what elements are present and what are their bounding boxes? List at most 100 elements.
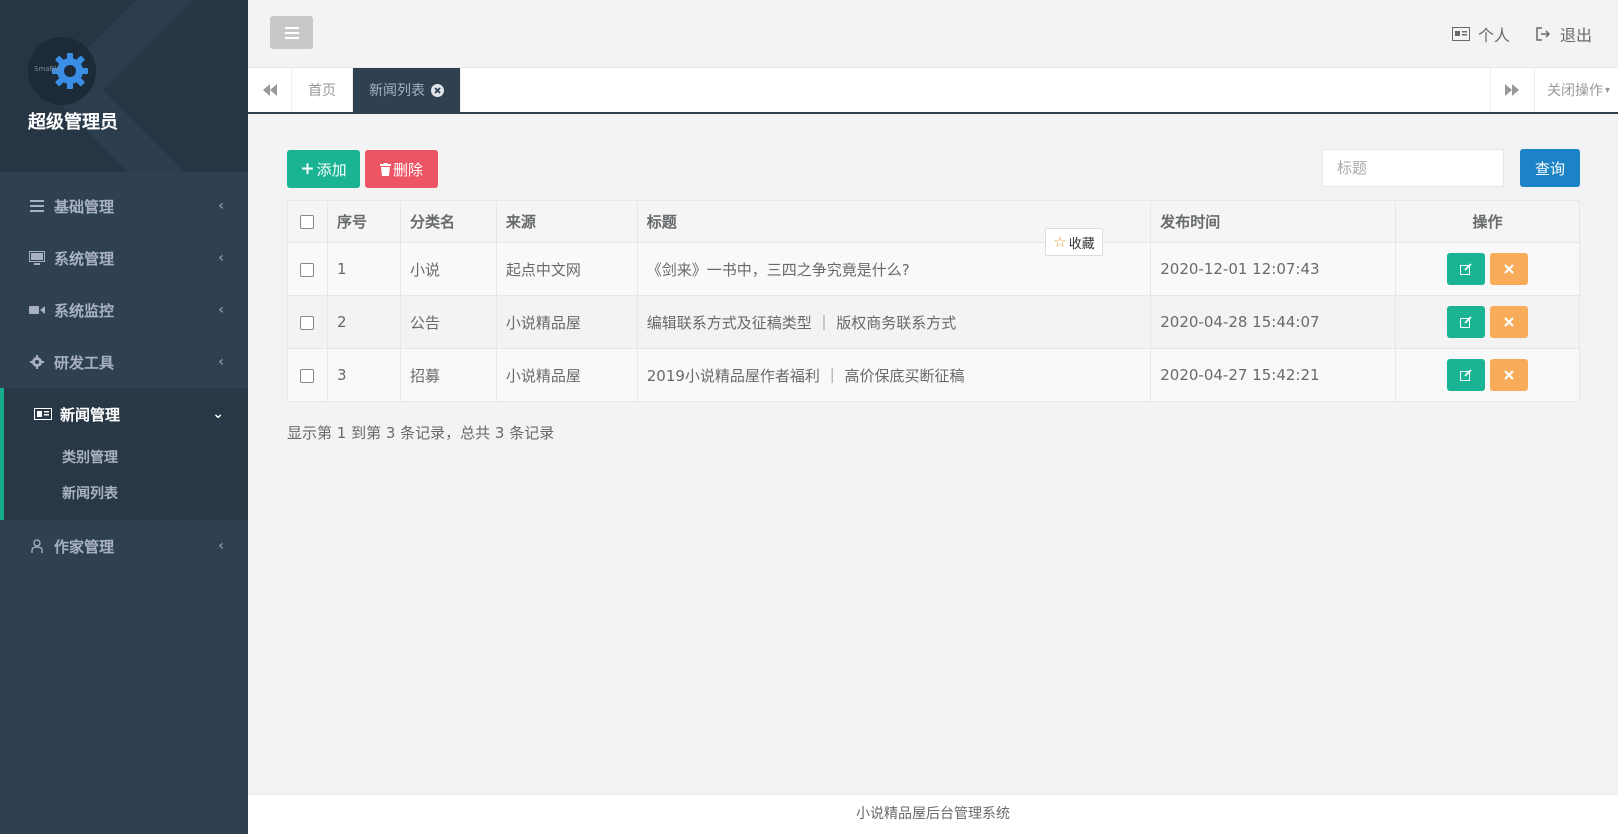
menu-item-monitor[interactable]: 系统监控 ‹	[0, 284, 248, 336]
submenu-item-category[interactable]: 类别管理	[4, 440, 248, 476]
remove-button[interactable]	[1490, 306, 1529, 338]
caret-down-icon: ▾	[1604, 84, 1610, 96]
cell-source: 小说精品屋	[495, 295, 638, 349]
column-header[interactable]: 序号	[326, 200, 401, 243]
chevron-left-icon: ‹	[218, 198, 224, 214]
logout-label: 退出	[1559, 26, 1592, 45]
cell-title: 2019小说精品屋作者福利 ｜ 高价保底买断征稿	[636, 348, 1152, 402]
column-header: 操作	[1395, 200, 1580, 243]
menu-item-basic[interactable]: 基础管理 ‹	[0, 180, 248, 232]
personal-label: 个人	[1477, 26, 1510, 45]
favorite-label: 收藏	[1068, 236, 1095, 252]
row-select-cell	[287, 242, 328, 296]
cell-source: 小说精品屋	[495, 348, 638, 402]
cell-category: 小说	[399, 242, 497, 296]
row-checkbox[interactable]	[300, 368, 315, 383]
avatar-text: SmaBlo	[34, 65, 61, 73]
edit-icon	[1460, 369, 1472, 381]
top-right-links: 个人 退出	[1451, 22, 1592, 46]
table-row: 3 招募 小说精品屋 2019小说精品屋作者福利 ｜ 高价保底买断征稿 2020…	[287, 348, 1580, 402]
row-select-cell	[287, 295, 328, 349]
trash-icon	[379, 162, 391, 176]
cell-no: 1	[326, 242, 401, 296]
cell-source: 起点中文网	[495, 242, 638, 296]
main-content: + 添加 删除 查询 序号 分类名 来源 标题 发布时间 操作 1	[248, 116, 1618, 794]
cell-time: 2020-04-28 15:44:07	[1150, 295, 1397, 349]
title-search-input[interactable]	[1322, 149, 1504, 187]
sign-out-icon	[1536, 27, 1551, 41]
menu-item-label: 基础管理	[54, 197, 115, 216]
add-label: 添加	[316, 160, 347, 179]
submenu-item-news-list[interactable]: 新闻列表	[4, 476, 248, 512]
submenu-news: 类别管理 新闻列表	[4, 440, 248, 520]
menu-item-label: 作家管理	[54, 537, 115, 556]
column-header[interactable]: 分类名	[399, 200, 497, 243]
column-header[interactable]: 来源	[495, 200, 638, 243]
menu-item-system[interactable]: 系统管理 ‹	[0, 232, 248, 284]
remove-button[interactable]	[1490, 359, 1529, 391]
cell-time: 2020-04-27 15:42:21	[1150, 348, 1397, 402]
menu-item-devtools[interactable]: 研发工具 ‹	[0, 336, 248, 388]
tab-close-icon[interactable]	[431, 83, 444, 97]
menu-item-label: 系统管理	[54, 249, 115, 268]
personal-link[interactable]: 个人	[1451, 22, 1510, 46]
top-navbar: 个人 退出	[248, 0, 1618, 68]
chevron-left-icon: ‹	[218, 302, 224, 318]
logout-link[interactable]: 退出	[1536, 22, 1592, 46]
remove-button[interactable]	[1490, 253, 1529, 285]
menu-group-news: 新闻管理 ⌄ 类别管理 新闻列表	[0, 388, 248, 520]
menu-item-label: 研发工具	[54, 353, 115, 372]
forward-icon	[1505, 84, 1520, 96]
table-row: 1 小说 起点中文网 《剑来》一书中，三四之争究竟是什么? 2020-12-01…	[287, 242, 1580, 296]
add-button[interactable]: + 添加	[287, 150, 360, 188]
tab-label: 新闻列表	[369, 83, 425, 99]
cell-category: 招募	[399, 348, 497, 402]
profile-name[interactable]: 超级管理员	[28, 108, 118, 134]
query-button[interactable]: 查询	[1520, 149, 1580, 187]
footer-text: 小说精品屋后台管理系统	[856, 806, 1010, 822]
plus-icon: +	[300, 159, 315, 179]
close-operations-dropdown[interactable]: 关闭操作 ▾	[1533, 68, 1618, 112]
avatar[interactable]: SmaBlo	[28, 37, 96, 105]
delete-label: 删除	[392, 160, 423, 179]
menu-item-news[interactable]: 新闻管理 ⌄	[4, 388, 248, 440]
menu-item-label: 新闻管理	[60, 405, 121, 424]
column-header[interactable]: 发布时间	[1150, 200, 1397, 243]
delete-button[interactable]: 删除	[365, 150, 438, 188]
newspaper-icon	[34, 408, 52, 420]
menu-item-authors[interactable]: 作家管理 ‹	[0, 520, 248, 572]
select-all-checkbox[interactable]	[300, 215, 315, 229]
cell-actions	[1395, 242, 1580, 296]
side-menu: 基础管理 ‹ 系统管理 ‹ 系统监控 ‹ 研发工具 ‹ 新闻管理 ⌄ 类别管理 …	[0, 180, 248, 572]
hamburger-icon	[284, 26, 299, 39]
favorite-button[interactable]: ☆ 收藏	[1045, 228, 1103, 256]
tab-scroll-left-button[interactable]	[248, 68, 292, 112]
close-operations-label: 关闭操作	[1546, 83, 1603, 99]
sidebar-toggle-button[interactable]	[270, 16, 313, 49]
tab-home[interactable]: 首页	[292, 68, 353, 112]
row-select-cell	[287, 348, 328, 402]
pagination-info: 显示第 1 到第 3 条记录，总共 3 条记录	[287, 424, 555, 442]
chevron-down-icon: ⌄	[212, 406, 224, 422]
row-checkbox[interactable]	[300, 262, 315, 277]
cell-actions	[1395, 348, 1580, 402]
video-camera-icon	[28, 304, 46, 316]
cell-actions	[1395, 295, 1580, 349]
edit-button[interactable]	[1447, 359, 1486, 391]
chevron-left-icon: ‹	[218, 538, 224, 554]
tab-scroll-right-button[interactable]	[1489, 68, 1534, 112]
cell-no: 3	[326, 348, 401, 402]
backward-icon	[262, 84, 277, 96]
cell-category: 公告	[399, 295, 497, 349]
edit-button[interactable]	[1447, 253, 1486, 285]
tabs: 首页 新闻列表	[292, 68, 461, 112]
chevron-left-icon: ‹	[218, 250, 224, 266]
list-icon	[28, 200, 46, 212]
row-checkbox[interactable]	[300, 315, 315, 330]
tab-news-list[interactable]: 新闻列表	[353, 68, 461, 112]
edit-icon	[1460, 263, 1472, 275]
edit-button[interactable]	[1447, 306, 1486, 338]
edit-icon	[1460, 316, 1472, 328]
close-icon	[1504, 264, 1514, 274]
close-icon	[1504, 370, 1514, 380]
